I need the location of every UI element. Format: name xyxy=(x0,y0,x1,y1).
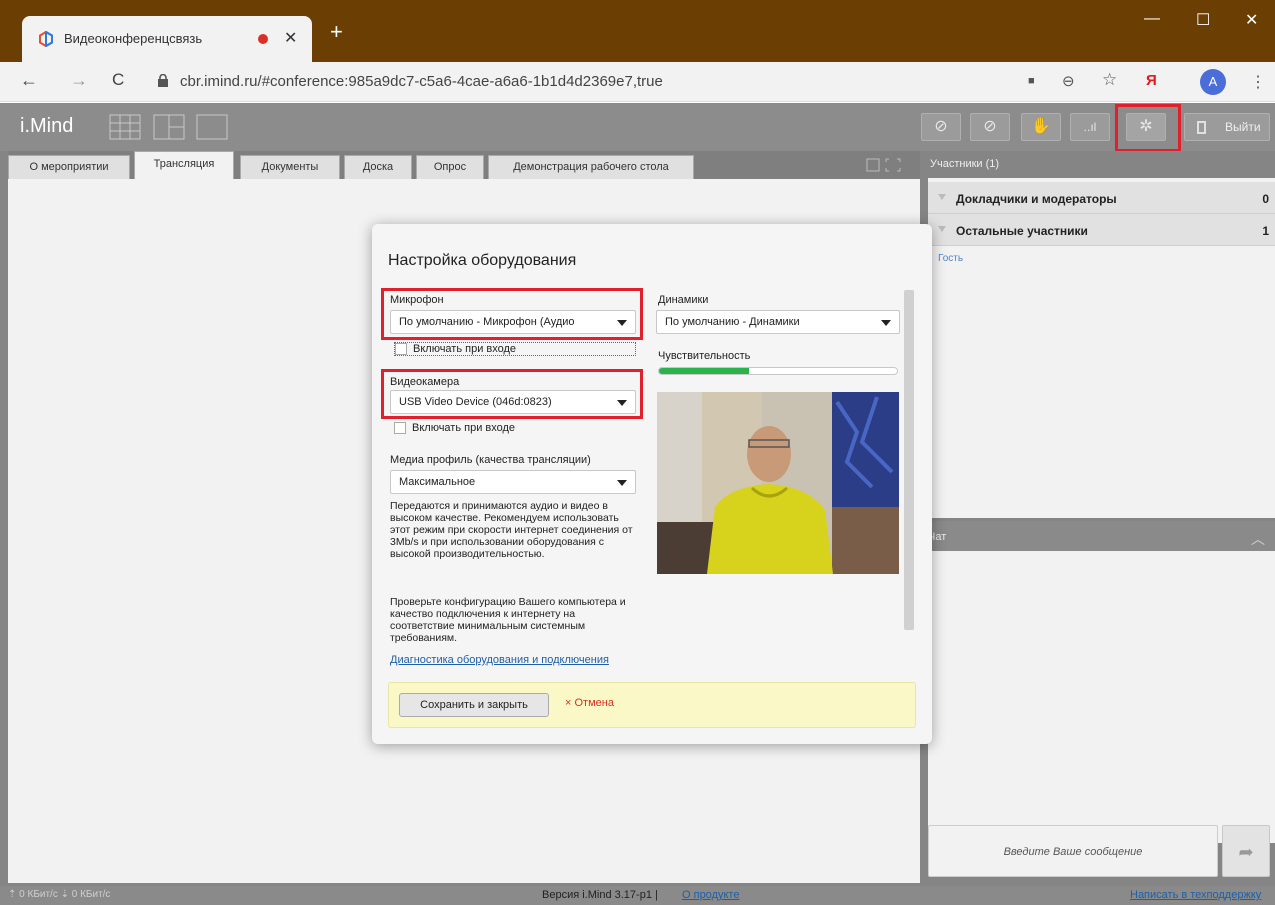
conference-favicon-icon xyxy=(39,31,53,47)
participants-panel: Докладчики и модераторы 0 Остальные учас… xyxy=(928,178,1275,518)
mic-autoenable-label: Включать при входе xyxy=(413,343,517,355)
group-count: 0 xyxy=(1262,192,1269,206)
settings-highlight-frame xyxy=(1115,104,1181,152)
tab-board[interactable]: Доска xyxy=(344,155,412,179)
chat-messages xyxy=(928,551,1275,843)
chat-message-input[interactable]: Введите Ваше сообщение xyxy=(928,825,1218,877)
signal-icon: ..ıl xyxy=(1083,120,1097,134)
collapse-chat-icon[interactable]: ︿ xyxy=(1251,529,1265,549)
camera-icon[interactable]: ■ xyxy=(1028,75,1035,87)
support-link[interactable]: Написать в техподдержку xyxy=(1130,889,1261,901)
chevron-down-icon xyxy=(938,194,946,200)
speakers-value: По умолчанию - Динамики xyxy=(665,316,800,328)
sensitivity-label: Чувствительность xyxy=(658,350,751,362)
group-name: Остальные участники xyxy=(956,224,1088,238)
bookmark-star-icon[interactable]: ☆ xyxy=(1102,70,1117,90)
media-profile-label: Медиа профиль (качества трансляции) xyxy=(390,454,591,466)
window-maximize-button[interactable]: ☐ xyxy=(1196,10,1210,30)
layout-split-icon[interactable] xyxy=(153,114,185,140)
chevron-down-icon xyxy=(617,480,627,486)
group-speakers-moderators[interactable]: Докладчики и модераторы 0 xyxy=(928,182,1275,214)
yandex-icon[interactable]: Я xyxy=(1146,72,1157,89)
camera-preview xyxy=(657,392,899,574)
tab-title: Видеоконференцсвязь xyxy=(64,31,203,46)
browser-tab[interactable]: Видеоконференцсвязь ✕ xyxy=(22,16,312,62)
save-and-close-button[interactable]: Сохранить и закрыть xyxy=(399,693,549,717)
send-icon: ➦ xyxy=(1238,842,1254,862)
camera-highlight-frame xyxy=(381,369,643,419)
browser-title-bar: Видеоконференцсвязь ✕ + — ☐ ✕ xyxy=(0,0,1275,62)
tab-documents[interactable]: Документы xyxy=(240,155,340,179)
mic-off-button[interactable]: ⊘ xyxy=(970,113,1010,141)
cancel-button[interactable]: × Отмена xyxy=(565,697,614,709)
dialog-title: Настройка оборудования xyxy=(388,252,577,269)
layout-grid-icon[interactable] xyxy=(109,114,141,140)
chevron-down-icon xyxy=(881,320,891,326)
mic-off-icon: ⊘ xyxy=(983,118,997,135)
group-name: Докладчики и модераторы xyxy=(956,192,1117,206)
speakers-select[interactable]: По умолчанию - Динамики xyxy=(656,310,900,334)
media-profile-description: Передаются и принимаются аудио и видео в… xyxy=(390,500,633,560)
equipment-settings-dialog: Настройка оборудования Микрофон По умолч… xyxy=(372,224,932,744)
window-minimize-button[interactable]: — xyxy=(1144,10,1160,28)
address-bar[interactable]: cbr.imind.ru/#conference:985a9dc7-c5a6-4… xyxy=(180,73,663,90)
connection-quality-button[interactable]: ..ıl xyxy=(1070,113,1110,141)
exit-button[interactable]: Выйти xyxy=(1184,113,1270,141)
version-label: Версия i.Mind 3.17-p1 | xyxy=(542,889,658,901)
configuration-note: Проверьте конфигурацию Вашего компьютера… xyxy=(390,596,626,644)
checkbox-icon xyxy=(394,422,406,434)
checkbox-icon xyxy=(395,343,407,355)
layout-single-icon[interactable] xyxy=(196,114,228,140)
tab-about-event[interactable]: О мероприятии xyxy=(8,155,130,179)
profile-avatar[interactable]: A xyxy=(1200,69,1226,95)
tab-poll[interactable]: Опрос xyxy=(416,155,484,179)
dialog-footer: Сохранить и закрыть × Отмена xyxy=(388,682,916,728)
video-off-icon: ⊘ xyxy=(934,118,948,135)
raise-hand-button[interactable]: ✋ xyxy=(1021,113,1061,141)
reload-icon[interactable]: C xyxy=(112,70,124,90)
zoom-icon[interactable]: ⊖ xyxy=(1062,72,1075,90)
tab-close-icon[interactable]: ✕ xyxy=(284,28,297,48)
send-message-button[interactable]: ➦ xyxy=(1222,825,1270,877)
about-product-link[interactable]: О продукте xyxy=(682,889,739,901)
dialog-scrollbar[interactable] xyxy=(904,290,914,630)
window-mode-icon[interactable] xyxy=(866,157,902,173)
sensitivity-meter xyxy=(658,367,898,375)
window-close-button[interactable]: ✕ xyxy=(1245,10,1258,30)
video-off-button[interactable]: ⊘ xyxy=(921,113,961,141)
chat-header: Чат ︿ xyxy=(928,521,1275,551)
sensitivity-meter-fill xyxy=(659,368,750,374)
hand-icon: ✋ xyxy=(1031,118,1051,135)
microphone-highlight-frame xyxy=(381,288,643,340)
media-profile-select[interactable]: Максимальное xyxy=(390,470,636,494)
chevron-down-icon xyxy=(938,226,946,232)
mic-autoenable-checkbox[interactable]: Включать при входе xyxy=(394,342,636,356)
door-icon xyxy=(1197,121,1206,134)
recording-indicator-icon xyxy=(258,34,268,44)
new-tab-button[interactable]: + xyxy=(330,21,343,43)
status-bar: ⇡ 0 КБит/с ⇣ 0 КБит/с Версия i.Mind 3.17… xyxy=(0,886,1275,905)
app-logo: i.Mind xyxy=(20,115,74,137)
browser-toolbar: ← → C cbr.imind.ru/#conference:985a9dc7-… xyxy=(0,62,1275,102)
diagnostics-link[interactable]: Диагностика оборудования и подключения xyxy=(390,654,609,666)
speakers-label: Динамики xyxy=(658,294,709,306)
exit-label: Выйти xyxy=(1225,120,1261,134)
traffic-stats: ⇡ 0 КБит/с ⇣ 0 КБит/с xyxy=(8,889,111,900)
camera-autoenable-checkbox[interactable]: Включать при входе xyxy=(394,422,594,436)
content-tabs: О мероприятии Трансляция Документы Доска… xyxy=(8,151,920,179)
participant-guest[interactable]: Гость xyxy=(938,253,963,264)
camera-autoenable-label: Включать при входе xyxy=(412,422,516,434)
back-icon[interactable]: ← xyxy=(20,70,38,91)
participants-header: Участники (1) xyxy=(930,158,1000,170)
tab-desktop-sharing[interactable]: Демонстрация рабочего стола xyxy=(488,155,694,179)
media-profile-value: Максимальное xyxy=(399,476,476,488)
group-count: 1 xyxy=(1262,224,1269,238)
lock-icon xyxy=(158,74,168,87)
tab-broadcast[interactable]: Трансляция xyxy=(134,151,234,179)
browser-menu-icon[interactable]: ⋮ xyxy=(1250,72,1266,92)
group-other-participants[interactable]: Остальные участники 1 xyxy=(928,214,1275,246)
forward-icon[interactable]: → xyxy=(70,70,88,91)
app-header: i.Mind ⊘ ⊘ ✋ ..ıl ✲ Выйти xyxy=(0,103,1275,151)
